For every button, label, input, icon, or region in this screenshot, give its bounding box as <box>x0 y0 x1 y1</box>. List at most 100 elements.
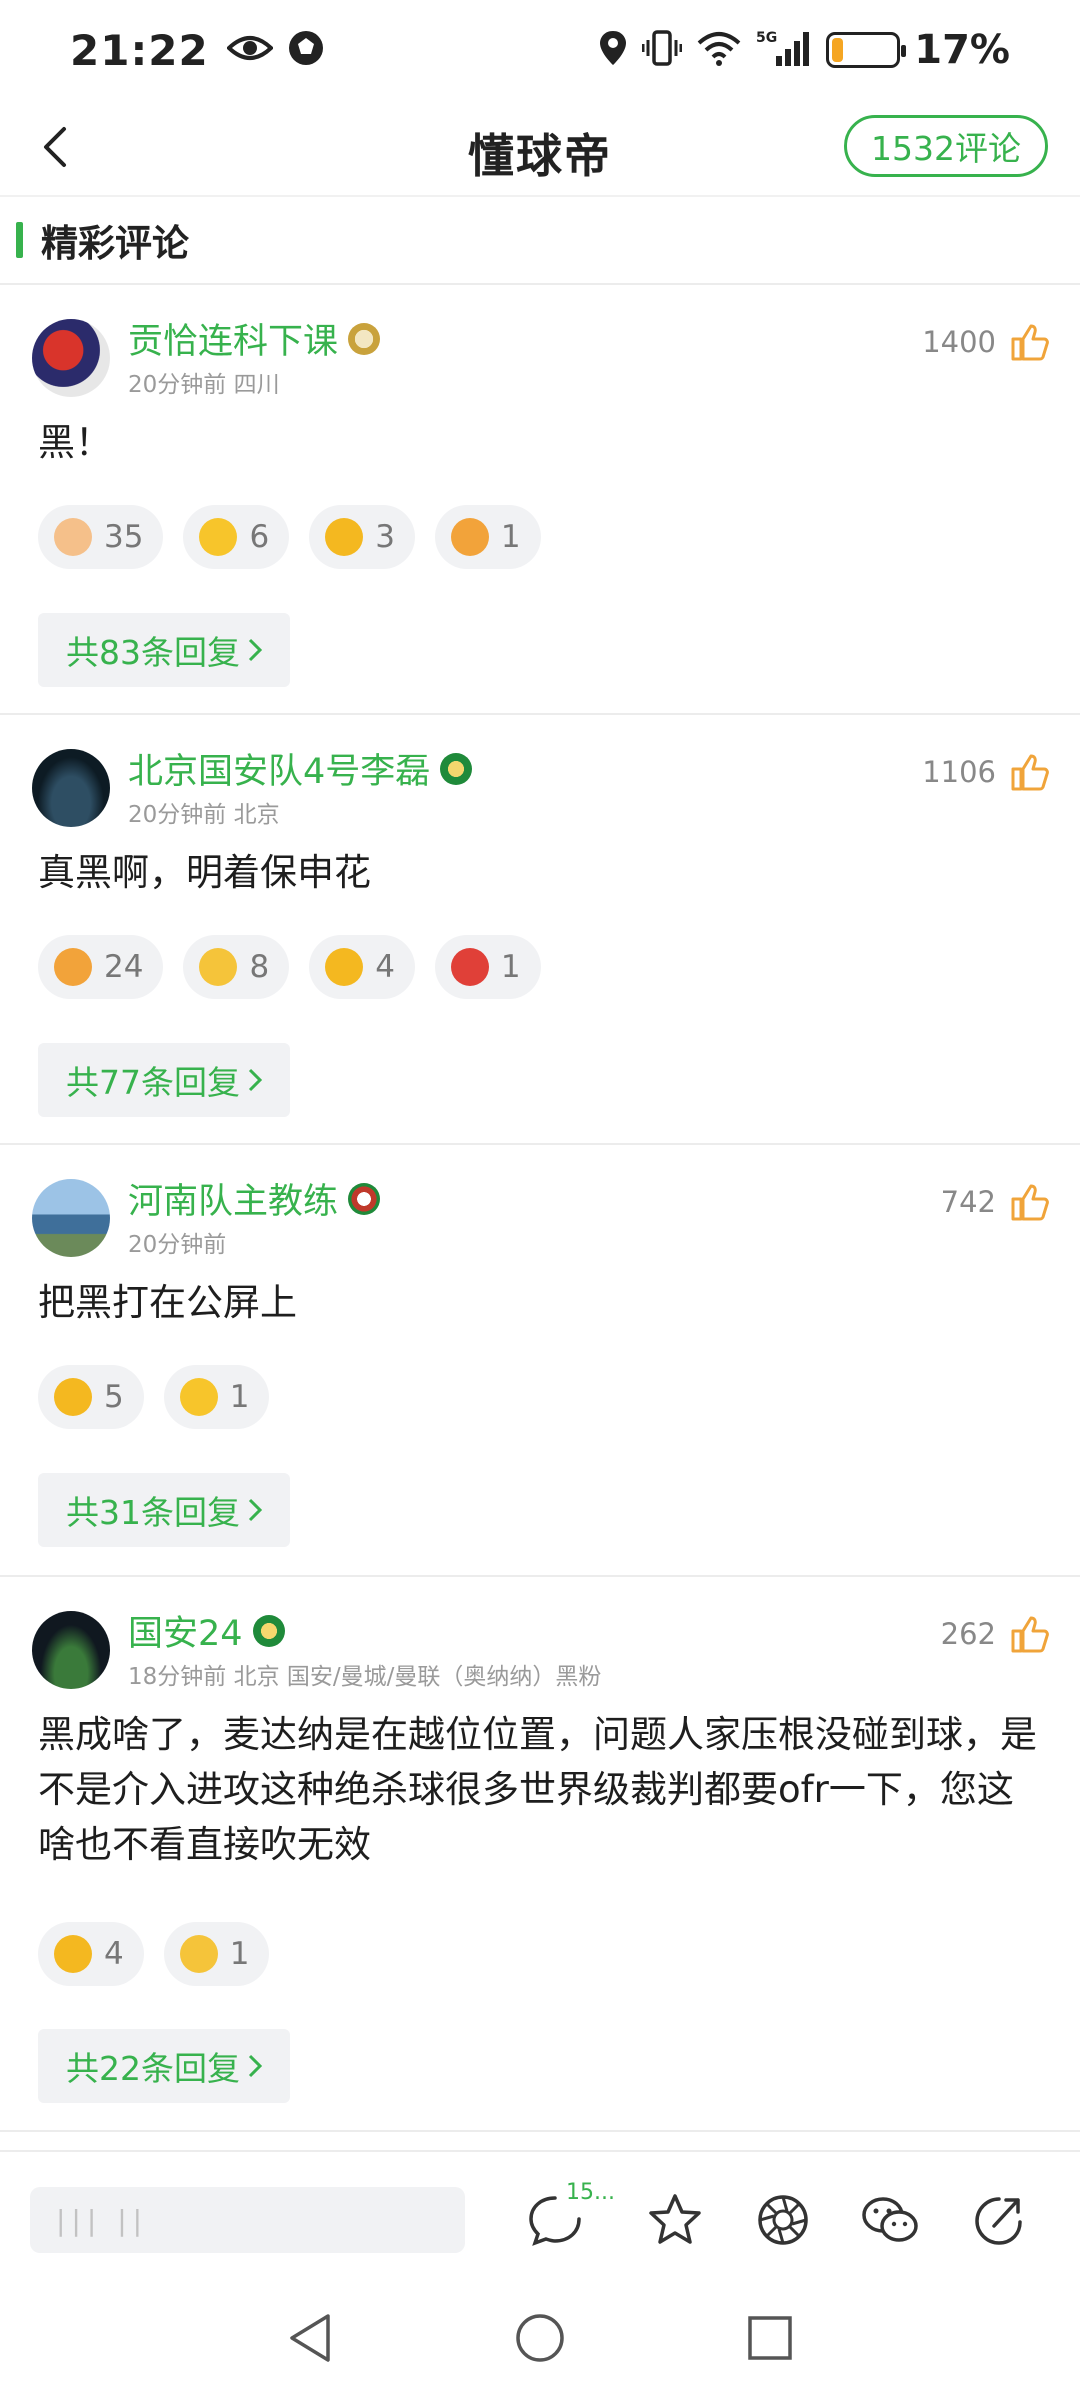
nav-back-icon[interactable] <box>286 2312 334 2368</box>
thumbs-up-icon <box>1011 754 1049 791</box>
username[interactable]: 北京国安队4号李磊 <box>128 743 430 794</box>
chevron-right-icon <box>248 2054 262 2078</box>
view-replies-button[interactable]: 共83条回复 <box>38 613 290 687</box>
reaction-chip[interactable]: 1 <box>434 935 541 999</box>
reaction-chip[interactable]: 1 <box>163 1922 270 1986</box>
comment-meta: 20分钟前 北京 <box>128 802 280 828</box>
vibrate-icon <box>641 28 683 72</box>
status-bar: 21:22 5G 17% <box>0 0 1080 100</box>
nav-recents-icon[interactable] <box>746 2314 794 2366</box>
comment-item: 贡恰连科下课 20分钟前 四川 1400 黑！ 35 6 3 1 共83条回复 <box>0 285 1080 715</box>
chevron-right-icon <box>248 1068 262 1092</box>
reaction-chip[interactable]: 4 <box>38 1922 144 1986</box>
comment-text: 把黑打在公屏上 <box>38 1281 297 1324</box>
shrug-emoji-icon <box>179 1935 218 1973</box>
thumbs-up-emoji-icon <box>54 518 92 556</box>
like-button[interactable]: 1400 <box>922 323 1050 361</box>
reaction-count: 1 <box>229 1379 250 1415</box>
avatar[interactable] <box>32 1611 110 1689</box>
reaction-chip[interactable]: 4 <box>309 935 415 999</box>
tiger-emoji-icon <box>54 948 92 986</box>
reaction-chip[interactable]: 8 <box>183 935 290 999</box>
username[interactable]: 国安24 <box>128 1605 243 1656</box>
view-replies-button[interactable]: 共77条回复 <box>38 1043 290 1117</box>
reaction-chip[interactable]: 5 <box>38 1365 144 1429</box>
comment-meta: 20分钟前 <box>128 1232 227 1258</box>
section-title: 精彩评论 <box>41 222 189 265</box>
like-button[interactable]: 742 <box>941 1183 1050 1221</box>
reaction-chip[interactable]: 35 <box>38 505 164 569</box>
chevron-right-icon <box>248 638 262 662</box>
like-count: 1400 <box>922 325 996 359</box>
soccer-ball-icon <box>287 29 325 71</box>
thumbs-up-icon <box>1011 324 1049 361</box>
like-count: 1106 <box>922 755 996 789</box>
avatar[interactable] <box>32 1179 110 1257</box>
reaction-row: 35 6 3 1 <box>38 505 541 569</box>
replies-label: 共22条回复 <box>66 2049 240 2088</box>
reaction-count: 1 <box>500 519 521 555</box>
reaction-row: 24 8 4 1 <box>38 935 541 999</box>
reaction-count: 1 <box>229 1936 250 1972</box>
view-replies-button[interactable]: 共31条回复 <box>38 1473 290 1547</box>
reaction-count: 35 <box>104 519 144 555</box>
like-count: 742 <box>940 1185 996 1219</box>
like-button[interactable]: 262 <box>941 1615 1050 1653</box>
reaction-count: 3 <box>375 519 395 555</box>
angry-emoji-icon <box>325 948 364 986</box>
reaction-row: 4 1 <box>38 1922 270 1986</box>
like-count: 262 <box>940 1617 996 1651</box>
network-type: 5G <box>756 30 777 46</box>
star-icon[interactable] <box>645 2190 705 2250</box>
comment-meta: 18分钟前 北京 国安/曼城/曼联（奥纳纳）黑粉 <box>128 1664 602 1690</box>
battery-icon <box>826 32 907 68</box>
team-badge-icon <box>440 752 473 785</box>
wifi-icon <box>696 29 742 71</box>
team-badge-icon <box>348 1182 381 1215</box>
mascot-emoji-icon <box>450 948 489 986</box>
avatar[interactable] <box>32 319 110 397</box>
reaction-count: 6 <box>249 519 270 555</box>
comment-text: 黑成啥了，麦达纳是在越位位置，问题人家压根没碰到球，是不是介入进攻这种绝杀球很多… <box>38 1713 1037 1866</box>
reaction-count: 5 <box>104 1379 124 1415</box>
replies-label: 共77条回复 <box>66 1063 240 1102</box>
laughing-emoji-icon <box>199 518 238 556</box>
reaction-row: 5 1 <box>38 1365 270 1429</box>
comment-input[interactable]: ||| || <box>30 2187 465 2253</box>
reaction-count: 8 <box>249 949 270 985</box>
eye-icon <box>225 33 274 67</box>
thumbs-up-icon <box>1011 1616 1049 1653</box>
angry-emoji-icon <box>325 518 364 556</box>
reaction-chip[interactable]: 24 <box>38 935 164 999</box>
reaction-chip[interactable]: 6 <box>183 505 290 569</box>
avatar[interactable] <box>32 749 110 827</box>
thumbs-up-icon <box>1011 1184 1049 1221</box>
bottom-action-bar: ||| || 15... <box>0 2150 1080 2280</box>
nav-home-icon[interactable] <box>514 2312 566 2368</box>
nav-bar: 懂球帝 1532评论 <box>0 100 1080 195</box>
status-time: 21:22 <box>70 25 209 75</box>
reaction-count: 4 <box>104 1936 124 1972</box>
username[interactable]: 贡恰连科下课 <box>128 313 338 364</box>
replies-label: 共83条回复 <box>66 633 240 672</box>
share-icon[interactable] <box>970 2190 1030 2250</box>
view-replies-button[interactable]: 共22条回复 <box>38 2029 290 2103</box>
comment-meta: 20分钟前 四川 <box>128 372 280 398</box>
location-icon <box>598 29 628 71</box>
username[interactable]: 河南队主教练 <box>128 1173 338 1224</box>
reaction-count: 24 <box>104 949 144 985</box>
team-badge-icon <box>252 1614 285 1647</box>
replies-label: 共31条回复 <box>66 1493 240 1532</box>
moments-share-icon[interactable] <box>753 2190 813 2250</box>
team-badge-icon <box>348 322 381 355</box>
like-button[interactable]: 1106 <box>922 753 1050 791</box>
reaction-chip[interactable]: 1 <box>434 505 541 569</box>
angry-emoji-icon <box>54 1378 92 1416</box>
reaction-chip[interactable]: 1 <box>163 1365 270 1429</box>
comment-count-button[interactable]: 1532评论 <box>844 115 1048 177</box>
wechat-icon[interactable] <box>860 2190 920 2250</box>
reaction-chip[interactable]: 3 <box>309 505 415 569</box>
comment-item: 北京国安队4号李磊 20分钟前 北京 1106 真黑啊，明着保申花 24 8 4… <box>0 715 1080 1145</box>
section-header: 精彩评论 <box>0 195 1080 285</box>
battery-level <box>832 38 843 62</box>
